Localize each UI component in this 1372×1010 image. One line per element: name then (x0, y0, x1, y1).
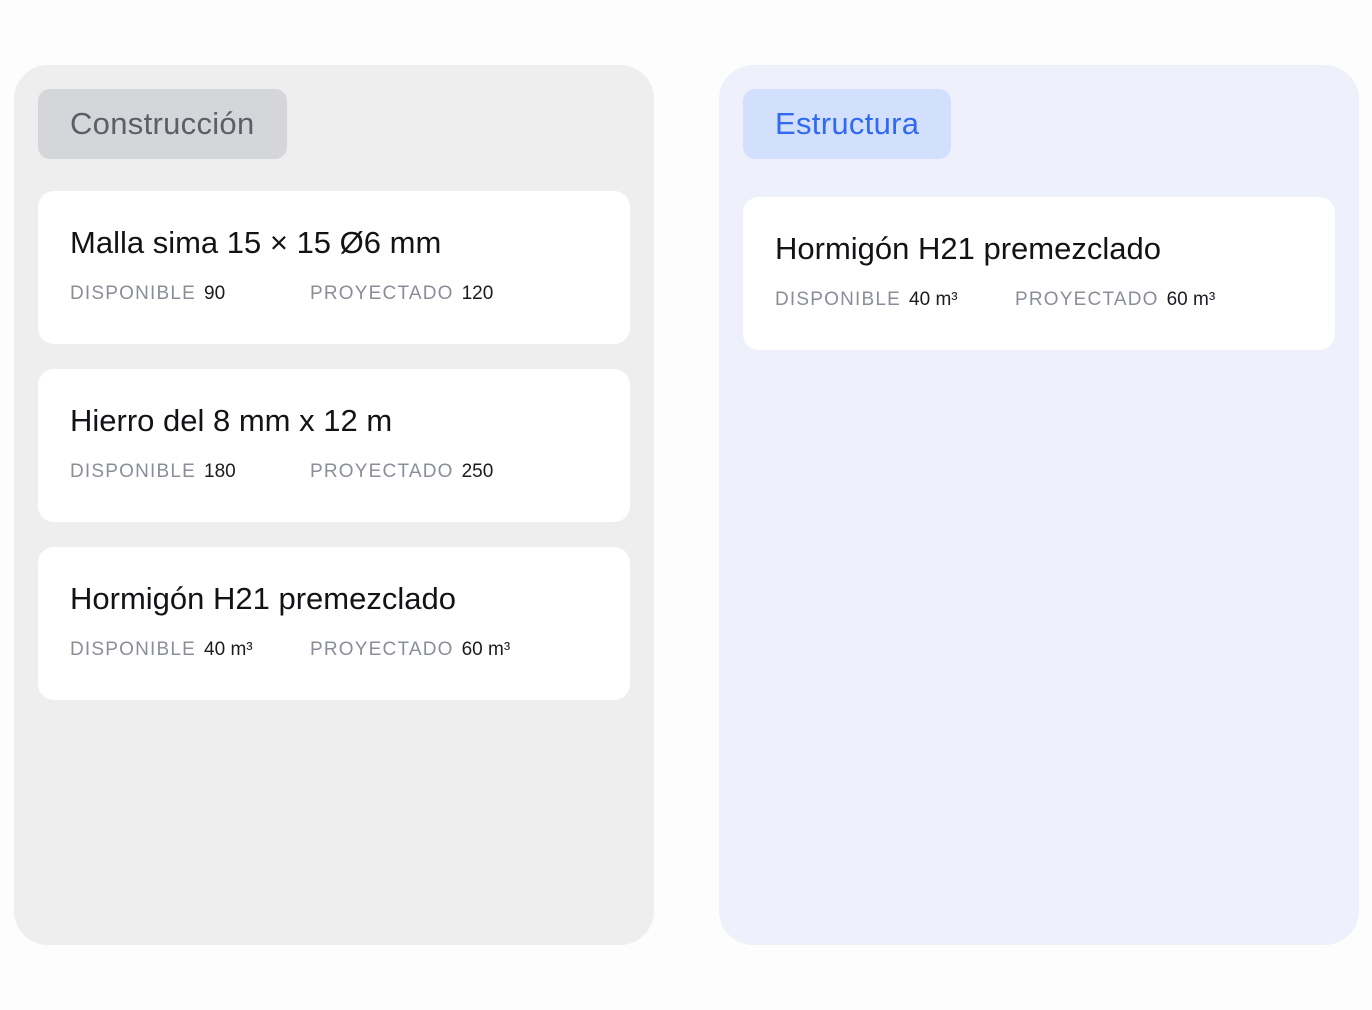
material-title: Hormigón H21 premezclado (70, 581, 456, 616)
projected-label: PROYECTADO (310, 461, 454, 482)
material-card[interactable]: Malla sima 15 × 15 Ø6 mm DISPONIBLE 90 P… (38, 191, 630, 344)
material-meta: DISPONIBLE 180 PROYECTADO 250 (70, 461, 598, 483)
available-group: DISPONIBLE 40 m³ (70, 639, 310, 661)
board: Construcción Malla sima 15 × 15 Ø6 mm DI… (0, 0, 1372, 1010)
available-value: 40 m³ (909, 289, 958, 310)
available-label: DISPONIBLE (70, 283, 197, 304)
material-meta: DISPONIBLE 40 m³ PROYECTADO 60 m³ (70, 639, 598, 661)
material-meta: DISPONIBLE 90 PROYECTADO 120 (70, 283, 598, 305)
material-title: Hierro del 8 mm x 12 m (70, 403, 393, 438)
material-card[interactable]: Hierro del 8 mm x 12 m DISPONIBLE 180 PR… (38, 369, 630, 522)
available-label: DISPONIBLE (775, 289, 902, 310)
available-label: DISPONIBLE (70, 639, 197, 660)
projected-label: PROYECTADO (310, 283, 454, 304)
available-value: 40 m³ (204, 639, 253, 660)
column-estructura: Estructura Hormigón H21 premezclado DISP… (719, 65, 1359, 945)
available-value: 90 (204, 283, 226, 304)
projected-value: 60 m³ (1166, 289, 1216, 310)
projected-value: 60 m³ (461, 639, 511, 660)
projected-value: 250 (461, 461, 494, 482)
card-list: Malla sima 15 × 15 Ø6 mm DISPONIBLE 90 P… (38, 191, 630, 700)
available-group: DISPONIBLE 180 (70, 461, 310, 483)
material-meta: DISPONIBLE 40 m³ PROYECTADO 60 m³ (775, 289, 1303, 311)
available-value: 180 (204, 461, 236, 482)
column-tag-construccion[interactable]: Construcción (38, 89, 287, 159)
projected-label: PROYECTADO (1015, 289, 1159, 310)
card-list: Hormigón H21 premezclado DISPONIBLE 40 m… (743, 197, 1335, 350)
projected-group: PROYECTADO 60 m³ (1015, 289, 1215, 311)
material-title: Malla sima 15 × 15 Ø6 mm (70, 225, 442, 260)
material-card[interactable]: Hormigón H21 premezclado DISPONIBLE 40 m… (743, 197, 1335, 350)
projected-value: 120 (461, 283, 494, 304)
available-group: DISPONIBLE 90 (70, 283, 310, 305)
available-group: DISPONIBLE 40 m³ (775, 289, 1015, 311)
material-title: Hormigón H21 premezclado (775, 231, 1161, 266)
projected-label: PROYECTADO (310, 639, 454, 660)
column-tag-estructura[interactable]: Estructura (743, 89, 952, 159)
column-construccion: Construcción Malla sima 15 × 15 Ø6 mm DI… (14, 65, 654, 945)
projected-group: PROYECTADO 120 (310, 283, 493, 305)
projected-group: PROYECTADO 250 (310, 461, 493, 483)
material-card[interactable]: Hormigón H21 premezclado DISPONIBLE 40 m… (38, 547, 630, 700)
projected-group: PROYECTADO 60 m³ (310, 639, 510, 661)
available-label: DISPONIBLE (70, 461, 197, 482)
